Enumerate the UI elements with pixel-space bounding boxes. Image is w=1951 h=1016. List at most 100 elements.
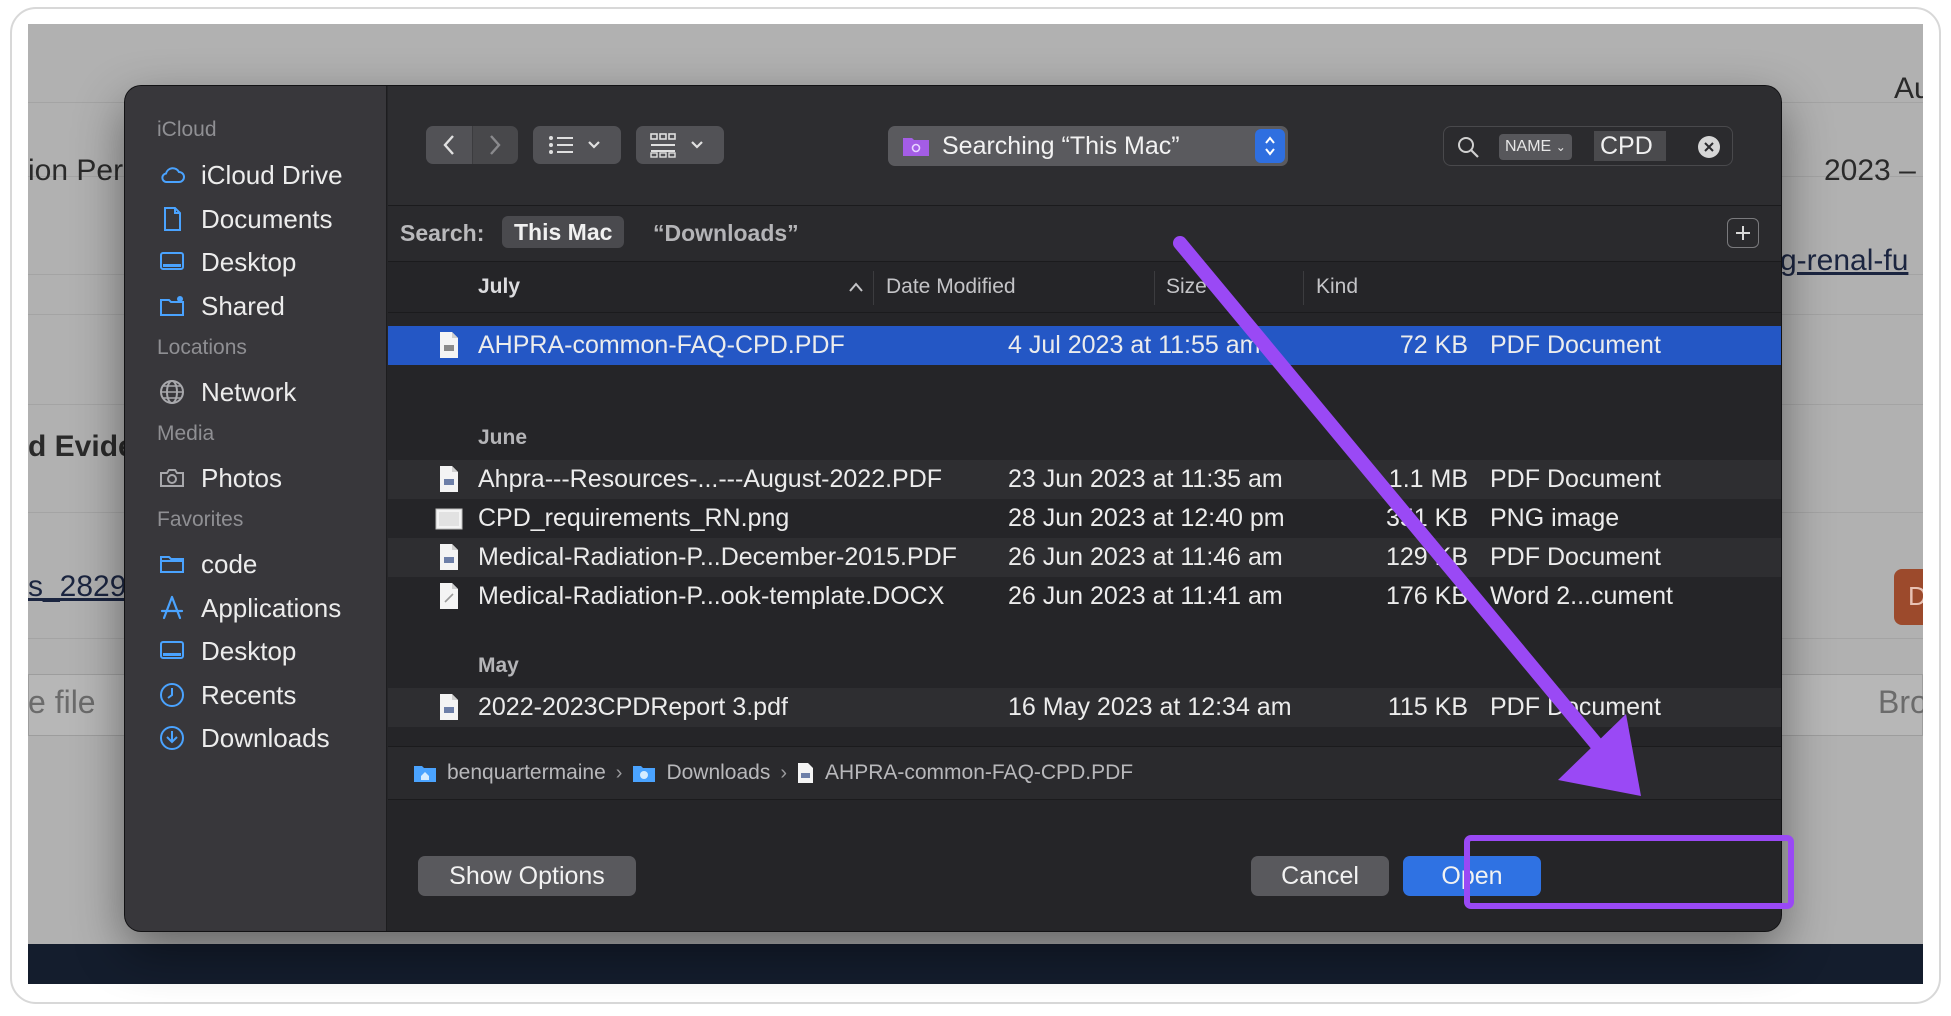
cancel-button[interactable]: Cancel [1251,856,1389,896]
globe-icon [157,377,187,407]
path-item-home[interactable]: benquartermaine [413,761,606,785]
file-kind: PDF Document [1490,465,1661,493]
search-token[interactable]: NAME ⌄ [1499,134,1572,160]
clock-icon [157,680,187,710]
background-footer [28,944,1923,984]
column-name[interactable]: July [478,275,520,299]
search-token-label: NAME [1505,138,1552,155]
background-orange-button: D [1894,569,1923,625]
sidebar-item-applications[interactable]: Applications [157,588,341,628]
file-size: 129 KB [1385,543,1468,571]
clear-search-icon[interactable] [1698,136,1720,158]
desktop-icon [157,636,187,666]
group-by-button[interactable] [636,126,724,164]
sidebar-item-label: Desktop [201,246,297,277]
file-size: 115 KB [1387,693,1468,721]
sidebar-item-label: Recents [201,679,297,710]
sidebar-item-downloads[interactable]: Downloads [157,718,330,758]
sidebar-item-desktop-favorite[interactable]: Desktop [157,631,296,671]
column-header: July Date Modified Size Kind [388,263,1781,313]
column-date-modified[interactable]: Date Modified [886,275,1016,299]
pdf-file-icon [440,544,458,570]
path-item-downloads[interactable]: Downloads [632,761,770,785]
location-label: Searching “This Mac” [942,131,1180,160]
sidebar-item-code[interactable]: code [157,544,257,584]
download-icon [157,723,187,753]
file-name: 2022-2023CPDReport 3.pdf [478,693,788,721]
list-view-button[interactable] [533,126,621,164]
sidebar-section-favorites: Favorites [157,508,244,531]
sidebar-item-shared[interactable]: Shared [157,286,285,326]
sidebar-item-label: Documents [201,203,333,234]
chevron-down-icon: ⌄ [1555,140,1566,154]
sidebar-item-desktop[interactable]: Desktop [157,242,296,282]
file-size: 176 KB [1385,582,1468,610]
file-kind: PDF Document [1490,693,1661,721]
open-button[interactable]: Open [1403,856,1541,896]
file-name: Medical-Radiation-P...December-2015.PDF [478,543,957,571]
sidebar-section-icloud: iCloud [157,118,217,141]
sort-ascending-icon[interactable] [848,281,864,293]
search-field[interactable]: NAME ⌄ CPD [1443,126,1733,166]
column-kind[interactable]: Kind [1316,275,1358,299]
file-size: 351 KB [1385,504,1468,532]
scope-downloads[interactable]: “Downloads” [653,220,799,247]
list-view-icon [549,136,600,154]
back-button[interactable] [426,126,472,164]
chevron-right-icon: › [615,761,623,784]
file-row[interactable]: CPD_requirements_RN.png 28 Jun 2023 at 1… [388,499,1781,538]
chevron-left-icon [443,135,454,155]
sidebar-item-label: Applications [201,592,342,623]
sidebar-item-label: Downloads [201,722,330,753]
doc-file-icon [440,583,458,609]
background-text: d Evide [28,430,135,463]
sidebar-item-label: code [201,548,258,579]
file-row[interactable]: Medical-Radiation-P...ook-template.DOCX … [388,577,1781,616]
chevron-right-icon: › [780,761,788,784]
file-kind: Word 2...cument [1490,582,1673,610]
sidebar-item-icloud-drive[interactable]: iCloud Drive [157,155,343,195]
downloads-folder-icon [633,766,656,782]
file-kind: PDF Document [1490,331,1661,359]
desktop-icon [157,247,187,277]
popup-stepper-icon [1255,129,1285,163]
add-criteria-button[interactable] [1727,218,1759,248]
image-file-icon [435,508,463,530]
pdf-file-icon [798,763,814,783]
sidebar-item-label: Desktop [201,635,297,666]
file-name: Ahpra---Resources-...---August-2022.PDF [478,465,943,493]
column-size[interactable]: Size [1166,275,1207,299]
group-header-june: June [478,426,528,449]
document-icon [157,204,187,234]
background-link: g-renal-fu [1780,244,1909,277]
file-name: CPD_requirements_RN.png [478,504,790,532]
search-icon [1458,137,1479,158]
background-text: ion Peri [28,154,130,187]
file-row[interactable]: Ahpra---Resources-...---August-2022.PDF … [388,460,1781,499]
background-file-placeholder: e file [28,684,96,720]
file-row[interactable]: Medical-Radiation-P...December-2015.PDF … [388,538,1781,577]
chevron-right-icon [490,135,501,155]
file-row[interactable]: 2022-2023CPDReport 3.pdf 16 May 2023 at … [388,688,1781,727]
sidebar-item-recents[interactable]: Recents [157,675,296,715]
file-kind: PDF Document [1490,543,1661,571]
toolbar: Searching “This Mac” NAME ⌄ CPD [388,86,1781,206]
forward-button[interactable] [471,126,518,164]
sidebar-item-documents[interactable]: Documents [157,199,333,239]
scope-this-mac[interactable]: This Mac [502,216,625,248]
show-options-button[interactable]: Show Options [418,856,636,896]
path-item-file[interactable]: AHPRA-common-FAQ-CPD.PDF [797,761,1133,785]
sidebar-item-network[interactable]: Network [157,372,296,412]
sidebar-item-label: Network [201,376,297,407]
background-text: Au [1894,72,1923,105]
location-popup[interactable]: Searching “This Mac” [888,126,1288,166]
search-scope-bar: Search: This Mac “Downloads” [388,206,1781,262]
file-list: AHPRA-common-FAQ-CPD.PDF 4 Jul 2023 at 1… [388,314,1781,746]
search-term[interactable]: CPD [1594,131,1666,161]
file-row-selected[interactable]: AHPRA-common-FAQ-CPD.PDF 4 Jul 2023 at 1… [388,326,1781,365]
smart-folder-icon [903,138,929,156]
sidebar: iCloud iCloud Drive Documents Desktop Sh… [125,86,387,931]
sidebar-item-photos[interactable]: Photos [157,458,282,498]
pdf-file-icon [440,694,458,720]
back-forward-buttons [426,126,518,164]
